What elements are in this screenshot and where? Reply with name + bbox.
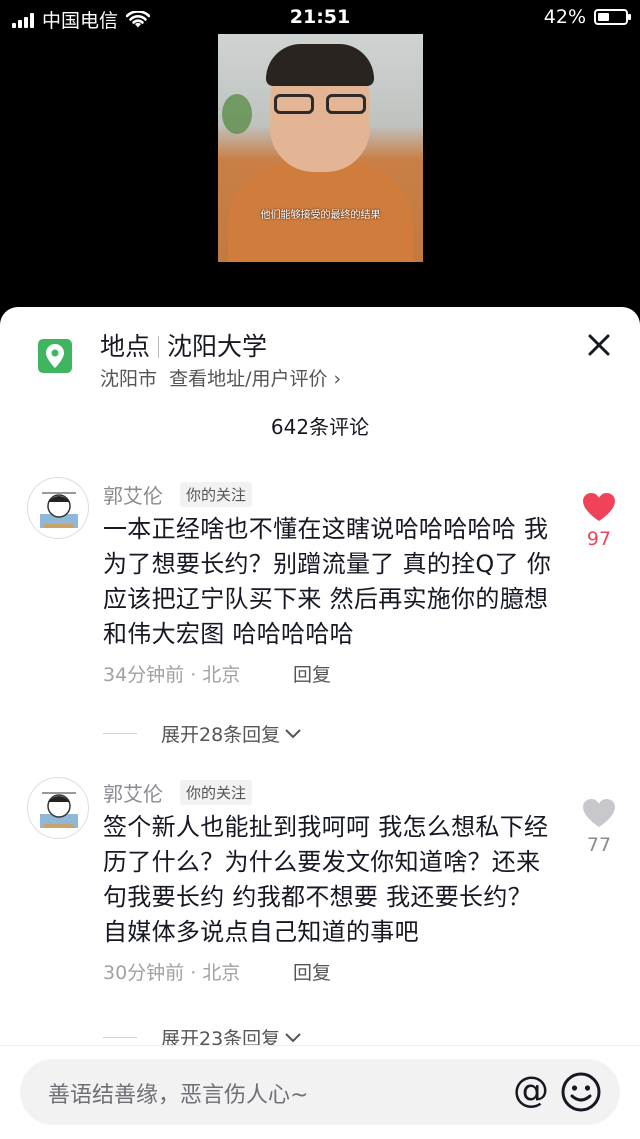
emoji-icon[interactable]	[560, 1071, 602, 1113]
comment-username[interactable]: 郭艾伦	[103, 480, 163, 509]
comment-text[interactable]: 一本正经啥也不懂在这瞎说哈哈哈哈哈 我为了想要长约？别蹭流量了 真的拴Q了 你应…	[103, 512, 553, 652]
background-plant	[222, 94, 252, 134]
location-subtitle[interactable]: 沈阳市 查看地址/用户评价 ›	[100, 364, 341, 391]
location-detail-link[interactable]: 查看地址/用户评价 ›	[169, 368, 341, 390]
heart-icon	[583, 799, 615, 827]
avatar[interactable]	[27, 477, 89, 539]
like-button[interactable]: 97	[578, 492, 620, 550]
comment-username[interactable]: 郭艾伦	[103, 778, 163, 807]
comment-item: 郭艾伦 你的关注 签个新人也能扯到我呵呵 我怎么想私下经历了什么？为什么要发文你…	[0, 772, 640, 1052]
person-glasses	[270, 94, 370, 116]
comment-meta: 34分钟前 · 北京	[103, 664, 241, 686]
expand-replies-label: 展开28条回复	[161, 724, 281, 746]
comment-item: 郭艾伦 你的关注 一本正经啥也不懂在这瞎说哈哈哈哈哈 我为了想要长约？别蹭流量了…	[0, 472, 640, 752]
like-button[interactable]: 77	[578, 798, 620, 856]
follow-tag: 你的关注	[180, 482, 253, 507]
heart-icon	[583, 493, 615, 521]
location-label: 地点	[100, 332, 151, 361]
close-icon[interactable]	[585, 331, 613, 359]
reply-button[interactable]: 回复	[293, 660, 331, 687]
location-name: 沈阳大学	[167, 332, 268, 361]
chevron-down-icon	[285, 1032, 301, 1042]
comment-input-bar: 善语结善缘，恶言伤人心~ @	[0, 1045, 640, 1139]
location-title[interactable]: 地点 沈阳大学	[100, 327, 267, 363]
location-pin-icon	[38, 339, 72, 373]
comment-text[interactable]: 签个新人也能扯到我呵呵 我怎么想私下经历了什么？为什么要发文你知道啥？还来句我要…	[103, 810, 553, 950]
battery-percent: 42%	[543, 6, 586, 28]
status-bar: 中国电信 21:51 42%	[0, 0, 640, 36]
reply-button[interactable]: 回复	[293, 958, 331, 985]
divider-line	[103, 1037, 137, 1038]
follow-tag: 你的关注	[180, 780, 253, 805]
battery-icon	[594, 9, 631, 25]
divider	[158, 336, 160, 358]
like-count: 97	[586, 528, 612, 550]
video-subtitle: 他们能够接受的最终的结果	[260, 210, 381, 221]
avatar[interactable]	[27, 777, 89, 839]
comment-count: 642条评论	[270, 415, 370, 439]
like-count: 77	[586, 834, 612, 856]
video-player[interactable]: 他们能够接受的最终的结果	[218, 34, 423, 262]
chevron-down-icon	[285, 728, 301, 738]
comment-meta: 30分钟前 · 北京	[103, 962, 241, 984]
mention-button[interactable]: @	[510, 1069, 552, 1113]
comment-input-placeholder: 善语结善缘，恶言伤人心~	[48, 1083, 309, 1108]
divider-line	[103, 733, 137, 734]
person-hair	[266, 44, 374, 86]
comment-input[interactable]: 善语结善缘，恶言伤人心~ @	[20, 1059, 620, 1125]
battery-group: 42%	[543, 6, 631, 28]
comment-sheet: 地点 沈阳大学 沈阳市 查看地址/用户评价 › 642条评论 郭艾伦 你的关注 一…	[0, 307, 640, 1138]
location-city: 沈阳市	[100, 368, 158, 390]
expand-replies-button[interactable]: 展开28条回复	[103, 720, 302, 747]
